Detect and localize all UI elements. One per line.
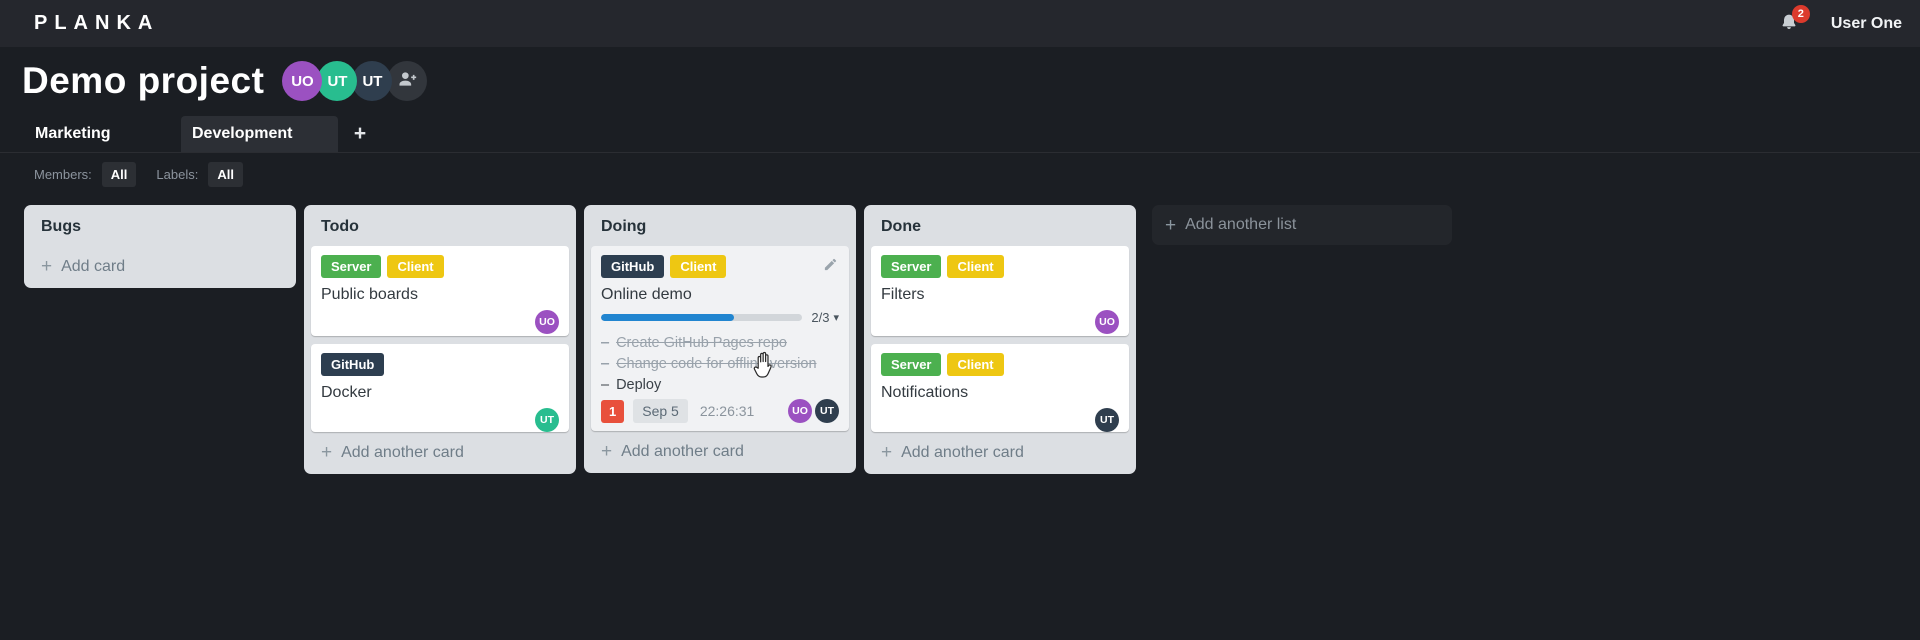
label-chip[interactable]: Client (947, 255, 1004, 278)
avatar[interactable]: UT (535, 408, 559, 432)
add-card-button[interactable]: + Add another card (871, 432, 1129, 467)
card-title: Notifications (881, 384, 969, 401)
card-title: Docker (321, 384, 372, 401)
due-date-chip[interactable]: Sep 5 (633, 399, 688, 423)
tab-marketing[interactable]: Marketing (24, 116, 181, 152)
card-title: Public boards (321, 286, 418, 303)
board: Bugs + Add card Todo Server Client Publi… (0, 196, 1920, 474)
task-text: Change code for offline version (616, 355, 817, 372)
app-logo[interactable]: PLANKA (34, 12, 159, 35)
project-title[interactable]: Demo project (22, 60, 264, 102)
add-card-label: Add card (61, 257, 126, 275)
add-user-icon (397, 69, 417, 94)
plus-icon: + (41, 256, 53, 277)
avatar[interactable]: UO (788, 399, 812, 423)
task-item: – Create GitHub Pages repo (601, 332, 839, 353)
labels-filter-value[interactable]: All (208, 162, 243, 187)
progress-fill (601, 314, 734, 321)
avatar[interactable]: UT (1095, 408, 1119, 432)
label-chip[interactable]: Server (881, 255, 942, 278)
list-title[interactable]: Done (871, 212, 1129, 246)
add-member-button[interactable] (387, 61, 428, 101)
plus-icon: + (1165, 214, 1177, 236)
list-title[interactable]: Doing (591, 212, 849, 246)
label-chip[interactable]: GitHub (321, 353, 385, 376)
plus-icon: + (881, 442, 893, 463)
dash-icon: – (601, 355, 610, 372)
board-tabs: Marketing Development + (0, 116, 1920, 153)
card-notification-badge: 1 (601, 399, 625, 423)
project-members: UO UT UT (282, 61, 428, 101)
task-text: Deploy (616, 376, 662, 393)
dash-icon: – (601, 376, 610, 393)
add-card-button[interactable]: + Add another card (311, 432, 569, 467)
label-chip[interactable]: Server (881, 353, 942, 376)
tasks-progress: 2/3 ▾ (601, 310, 839, 325)
avatar[interactable]: UO (1095, 310, 1119, 334)
card-public-boards[interactable]: Server Client Public boards UO (311, 246, 569, 336)
add-card-label: Add another card (621, 442, 744, 460)
edit-card-icon[interactable] (823, 257, 839, 273)
list-title[interactable]: Todo (311, 212, 569, 246)
plus-icon: + (601, 441, 613, 462)
add-card-button[interactable]: + Add card (31, 246, 289, 281)
label-chip[interactable]: Client (670, 255, 727, 278)
avatar[interactable]: UO (282, 61, 323, 101)
bell-icon (1779, 14, 1799, 38)
card-title: Online demo (601, 286, 692, 303)
project-header: Demo project UO UT UT (22, 58, 1920, 104)
card-online-demo[interactable]: GitHub Client Online demo 2/3 ▾ – Create… (591, 246, 849, 431)
plus-icon: + (321, 442, 333, 463)
avatar[interactable]: UT (317, 61, 358, 101)
task-item: – Change code for offline version (601, 353, 839, 374)
avatar[interactable]: UT (815, 399, 839, 423)
add-list-label: Add another list (1185, 216, 1297, 233)
list-done: Done Server Client Filters UO Server Cli… (864, 205, 1136, 474)
list-bugs: Bugs + Add card (24, 205, 296, 288)
list-todo: Todo Server Client Public boards UO GitH… (304, 205, 576, 474)
card-title: Filters (881, 286, 925, 303)
timer-value[interactable]: 22:26:31 (700, 403, 755, 419)
card-filters[interactable]: Server Client Filters UO (871, 246, 1129, 336)
progress-count: 2/3 (811, 310, 830, 325)
members-filter-value[interactable]: All (101, 162, 137, 187)
avatar[interactable]: UO (535, 310, 559, 334)
dash-icon: – (601, 334, 610, 351)
task-text: Create GitHub Pages repo (616, 334, 787, 351)
card-docker[interactable]: GitHub Docker UT (311, 344, 569, 432)
caret-down-icon: ▾ (833, 312, 839, 324)
card-notifications[interactable]: Server Client Notifications UT (871, 344, 1129, 432)
add-card-label: Add another card (901, 443, 1024, 461)
add-board-button[interactable]: + (338, 116, 382, 152)
avatar[interactable]: UT (352, 61, 393, 101)
add-card-button[interactable]: + Add another card (591, 431, 849, 466)
label-chip[interactable]: Server (321, 255, 382, 278)
user-menu[interactable]: User One (1831, 15, 1902, 33)
filter-bar: Members: All Labels: All (0, 153, 1920, 196)
add-card-label: Add another card (341, 443, 464, 461)
add-list-button[interactable]: + Add another list (1152, 205, 1452, 245)
task-item: – Deploy (601, 374, 839, 395)
task-list: – Create GitHub Pages repo – Change code… (601, 332, 839, 395)
progress-bar (601, 314, 803, 321)
notification-badge: 2 (1791, 4, 1810, 23)
list-doing: Doing GitHub Client Online demo 2/3 ▾ – … (584, 205, 856, 473)
label-chip[interactable]: GitHub (601, 255, 665, 278)
list-title[interactable]: Bugs (31, 212, 289, 246)
progress-toggle[interactable]: 2/3 ▾ (811, 310, 839, 325)
tab-development[interactable]: Development (181, 116, 338, 152)
labels-filter-label: Labels: (156, 167, 199, 182)
label-chip[interactable]: Client (387, 255, 444, 278)
notifications-button[interactable]: 2 (1779, 4, 1810, 38)
members-filter-label: Members: (34, 167, 92, 182)
top-bar: PLANKA 2 User One (0, 0, 1920, 47)
label-chip[interactable]: Client (947, 353, 1004, 376)
